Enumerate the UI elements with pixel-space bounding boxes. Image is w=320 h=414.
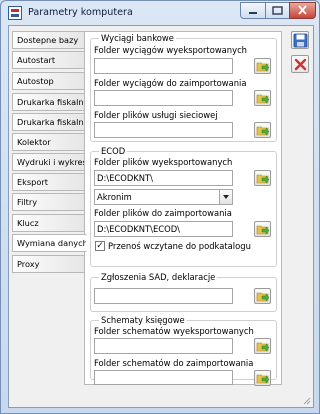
maximize-icon [272, 6, 283, 15]
folder-wyciagow-wyeksportowanych-input[interactable] [94, 58, 233, 74]
folder-schematow-do-zaimportowania-input[interactable] [94, 370, 233, 385]
group-title: Wyciągi bankowe [99, 33, 176, 44]
browse-folder-button[interactable] [254, 221, 271, 237]
przenos-wczytane-checkbox[interactable]: ✓ [95, 241, 105, 251]
dialog-body: Dostepne bazy Autostart Autostop Drukark… [8, 25, 314, 408]
tab-proxy[interactable]: Proxy [12, 255, 85, 273]
tab-wydruki-i-wykresy[interactable]: Wydruki i wykresy [12, 153, 85, 171]
ecod-import-folder-input[interactable]: D:\ECODKNT\ECOD\ [94, 221, 233, 237]
save-button[interactable] [291, 31, 309, 49]
tab-eksport[interactable]: Eksport [12, 173, 85, 191]
folder-open-icon [256, 126, 270, 136]
browse-folder-button[interactable] [254, 170, 271, 186]
tab-klucz[interactable]: Klucz [12, 214, 85, 232]
group-wyciagi-bankowe: Wyciągi bankowe Folder wyciągów wyekspor… [90, 33, 277, 142]
field-label: Folder schematów wyeksportowanych [94, 326, 254, 336]
browse-folder-button[interactable] [254, 58, 271, 74]
group-title: Schematy księgowe [99, 315, 187, 326]
resize-grip-icon[interactable] [303, 397, 311, 405]
tab-drukarka-fiskalna[interactable]: Drukarka fiskalna [12, 93, 85, 111]
save-icon [293, 33, 308, 48]
folder-open-icon [256, 342, 270, 352]
browse-folder-button[interactable] [254, 90, 271, 106]
field-label: Folder wyciągów wyeksportowanych [94, 45, 247, 55]
browse-folder-button[interactable] [254, 338, 271, 354]
tab-panel-wymiana-danych: Wyciągi bankowe Folder wyciągów wyekspor… [84, 31, 282, 386]
group-ecod: ECOD Folder plików wyeksportowanych D:\E… [90, 146, 277, 267]
cancel-icon [294, 58, 307, 71]
checkbox-label: Przenoś wczytane do podkatalogu [108, 241, 251, 251]
group-title: Zgłoszenia SAD, deklaracje [99, 272, 218, 283]
maximize-button[interactable] [265, 2, 290, 19]
folder-open-icon [256, 174, 270, 184]
tab-wymiana-danych[interactable]: Wymiana danych [12, 234, 87, 252]
tab-kolektor[interactable]: Kolektor [12, 133, 85, 151]
folder-open-icon [256, 374, 270, 384]
tab-filtry[interactable]: Filtry [12, 193, 85, 211]
browse-folder-button[interactable] [254, 288, 271, 304]
field-label: Folder schematów do zaimportowania [94, 358, 254, 368]
title-bar: Parametry komputera [1, 1, 319, 25]
field-label: Folder plików wyeksportowanych [94, 157, 233, 167]
group-zgloszenia-sad: Zgłoszenia SAD, deklaracje [90, 272, 277, 312]
folder-open-icon [256, 94, 270, 104]
folder-schematow-wyeksportowanych-input[interactable] [94, 338, 233, 354]
browse-folder-button[interactable] [254, 370, 271, 386]
folder-open-icon [256, 292, 270, 302]
field-label: Folder wyciągów do zaimportowania [94, 78, 247, 88]
tab-autostart[interactable]: Autostart [12, 51, 85, 69]
folder-open-icon [256, 225, 270, 235]
tab-dostepne-bazy[interactable]: Dostepne bazy [12, 31, 85, 49]
sad-folder-input[interactable] [94, 288, 233, 304]
tab-drukarka-fiskalna-2[interactable]: Drukarka fiskalna 2 [12, 113, 85, 131]
folder-wyciagow-do-zaimportowania-input[interactable] [94, 90, 233, 106]
folder-open-icon [256, 62, 270, 72]
field-label: Folder plików do zaimportowania [94, 208, 232, 218]
app-icon [8, 6, 22, 20]
parametry-window: Parametry komputera Dostepne bazy Autost… [0, 0, 320, 414]
group-title: ECOD [99, 146, 128, 157]
minimize-button[interactable] [240, 2, 266, 19]
ecod-naming-select[interactable]: Akronim [94, 189, 233, 205]
select-value: Akronim [97, 192, 132, 202]
field-label: Folder plików usługi sieciowej [94, 110, 218, 120]
folder-plikow-uslugi-sieciowej-input[interactable] [94, 122, 233, 138]
close-button[interactable] [289, 2, 316, 19]
tab-autostop[interactable]: Autostop [12, 72, 85, 90]
browse-folder-button[interactable] [254, 122, 271, 138]
cancel-button[interactable] [291, 55, 309, 73]
close-icon [298, 5, 307, 15]
minimize-icon [249, 12, 257, 14]
window-title: Parametry komputera [28, 7, 133, 18]
group-schematy-ksiegowe: Schematy księgowe Folder schematów wyeks… [90, 315, 277, 386]
ecod-export-folder-input[interactable]: D:\ECODKNT\ [94, 170, 233, 186]
chevron-down-icon[interactable] [219, 190, 232, 204]
